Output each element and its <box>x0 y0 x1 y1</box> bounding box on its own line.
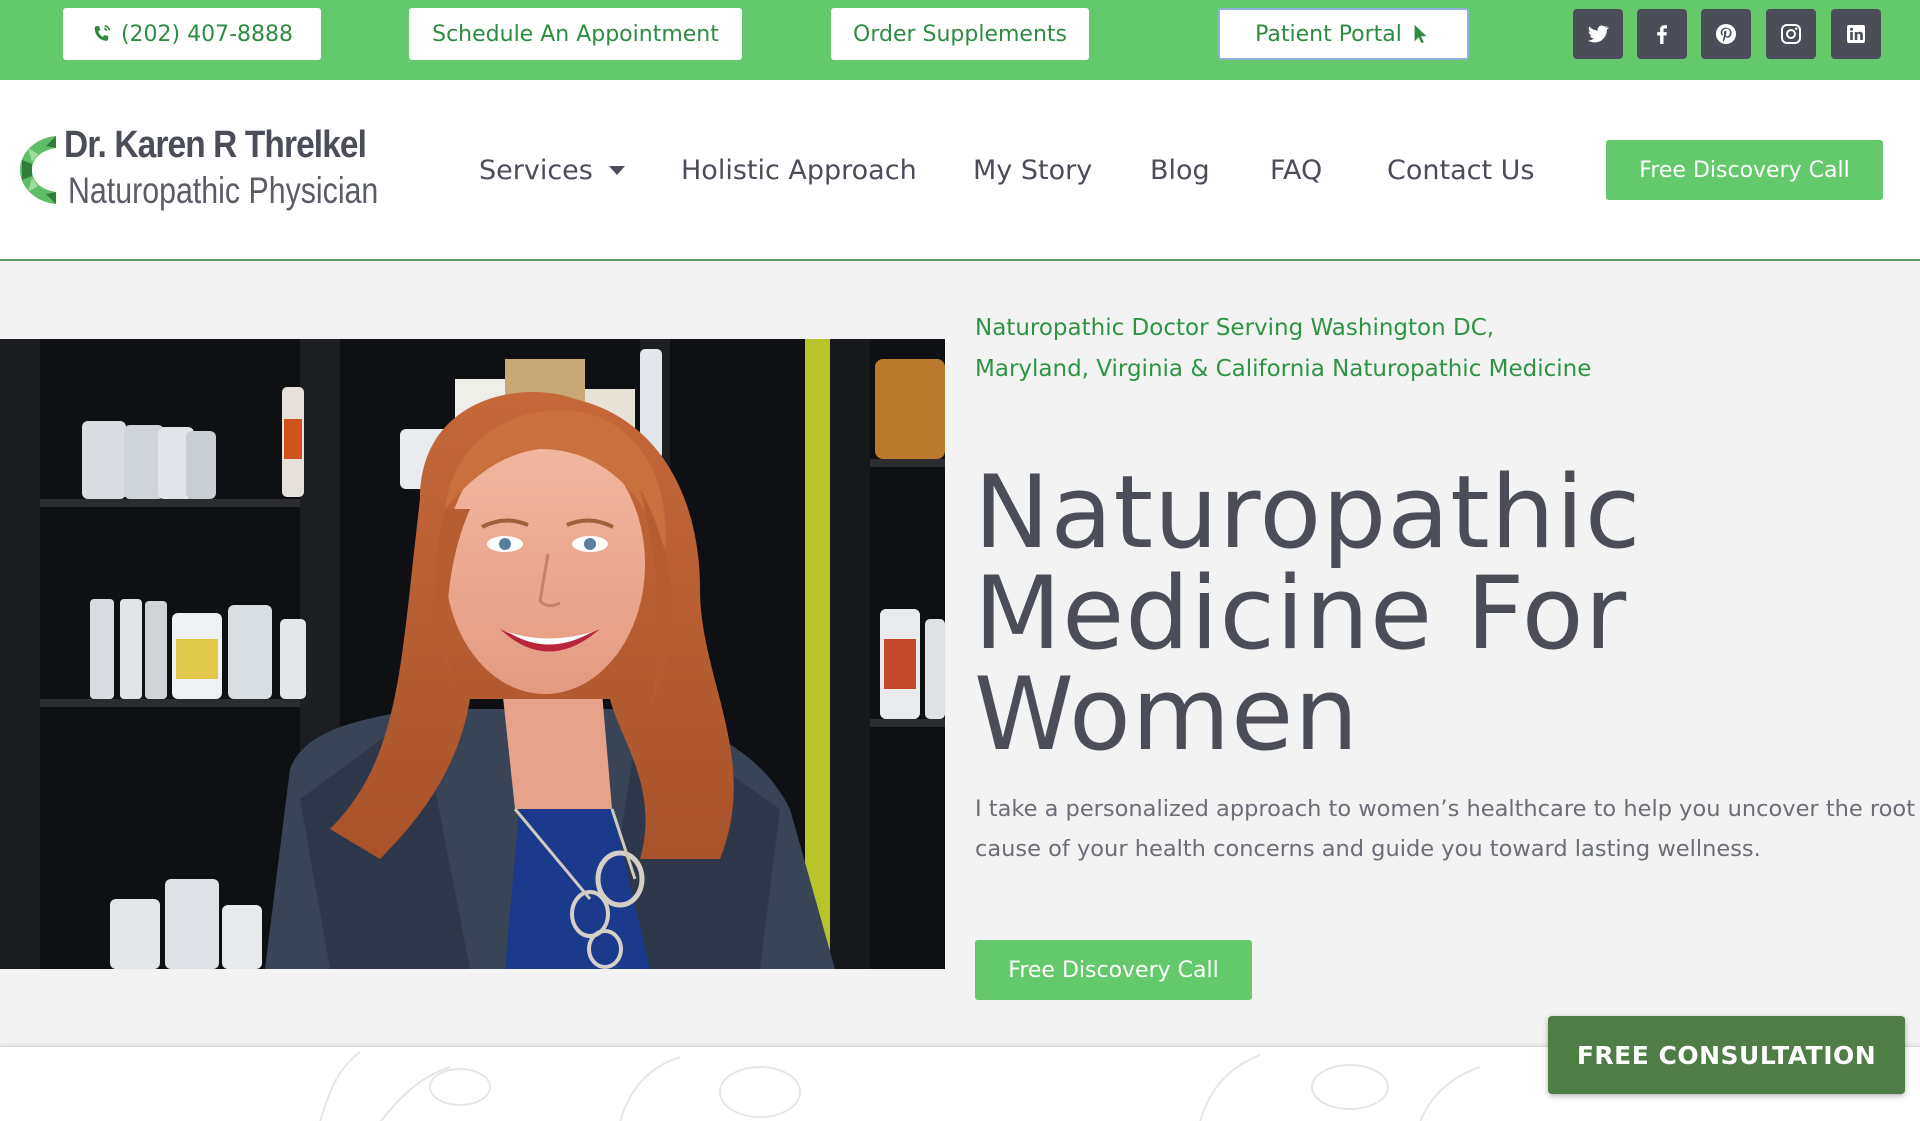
nav-label: Holistic Approach <box>681 154 917 186</box>
nav-label: Contact Us <box>1387 154 1535 186</box>
intro-line-1: I take a personalized approach to women’… <box>975 796 1916 822</box>
nav-label: Services <box>479 154 593 186</box>
logo-mark-icon <box>20 136 56 204</box>
cursor-pointer-icon <box>1410 23 1432 45</box>
header-cta-label: Free Discovery Call <box>1639 157 1850 183</box>
header-free-discovery-call-button[interactable]: Free Discovery Call <box>1606 140 1883 200</box>
order-supplements-label: Order Supplements <box>853 21 1067 47</box>
headline-line-1: Naturopathic <box>974 453 1642 571</box>
logo-name: Dr. Karen R Threlkel <box>64 124 367 166</box>
hero-tagline: Naturopathic Doctor Serving Washington D… <box>975 308 1591 390</box>
doctor-portrait-image <box>0 339 945 969</box>
twitter-button[interactable] <box>1573 9 1623 59</box>
hero-doctor-photo <box>0 339 945 969</box>
intro-line-2: cause of your health concerns and guide … <box>975 836 1761 862</box>
instagram-button[interactable] <box>1766 9 1816 59</box>
site-logo[interactable]: Dr. Karen R Threlkel Naturopathic Physic… <box>16 124 378 214</box>
nav-label: Blog <box>1150 154 1210 186</box>
hero-free-discovery-call-button[interactable]: Free Discovery Call <box>975 940 1252 1000</box>
phone-button[interactable]: (202) 407-8888 <box>63 8 321 60</box>
nav-item-contact-us[interactable]: Contact Us <box>1387 150 1534 190</box>
order-supplements-button[interactable]: Order Supplements <box>831 8 1089 60</box>
linkedin-button[interactable] <box>1831 9 1881 59</box>
nav-item-my-story[interactable]: My Story <box>973 150 1092 190</box>
tagline-line-2: Maryland, Virginia & California Naturopa… <box>975 356 1592 382</box>
hero-headline: Naturopathic Medicine For Women <box>974 462 1641 765</box>
site-header: Dr. Karen R Threlkel Naturopathic Physic… <box>0 80 1920 261</box>
patient-portal-label: Patient Portal <box>1255 21 1402 47</box>
nav-label: FAQ <box>1270 154 1323 186</box>
nav-label: My Story <box>973 154 1093 186</box>
phone-icon <box>91 23 113 45</box>
twitter-icon <box>1588 25 1609 43</box>
top-bar: (202) 407-8888 Schedule An Appointment O… <box>0 0 1920 80</box>
facebook-button[interactable] <box>1637 9 1687 59</box>
caret-down-icon <box>608 165 625 175</box>
schedule-appointment-label: Schedule An Appointment <box>432 21 719 47</box>
headline-line-3: Women <box>974 655 1360 773</box>
nav-item-blog[interactable]: Blog <box>1150 150 1210 190</box>
instagram-icon <box>1781 24 1801 44</box>
patient-portal-button[interactable]: Patient Portal <box>1218 8 1469 60</box>
free-consultation-button[interactable]: FREE CONSULTATION <box>1548 1016 1905 1094</box>
nav-item-faq[interactable]: FAQ <box>1270 150 1322 190</box>
linkedin-icon <box>1847 25 1865 43</box>
phone-number: (202) 407-8888 <box>120 21 294 47</box>
logo-subtitle: Naturopathic Physician <box>68 170 379 211</box>
nav-item-services[interactable]: Services <box>479 150 625 190</box>
hero-cta-label: Free Discovery Call <box>1008 957 1219 983</box>
pinterest-icon <box>1716 24 1736 44</box>
tagline-line-1: Naturopathic Doctor Serving Washington D… <box>975 315 1495 341</box>
hero-intro-text: I take a personalized approach to women’… <box>975 789 1915 869</box>
free-consultation-label: FREE CONSULTATION <box>1576 1040 1877 1070</box>
nav-item-holistic-approach[interactable]: Holistic Approach <box>681 150 917 190</box>
schedule-appointment-button[interactable]: Schedule An Appointment <box>409 8 742 60</box>
facebook-icon <box>1657 25 1667 44</box>
pinterest-button[interactable] <box>1701 9 1751 59</box>
headline-line-2: Medicine For <box>974 554 1628 672</box>
